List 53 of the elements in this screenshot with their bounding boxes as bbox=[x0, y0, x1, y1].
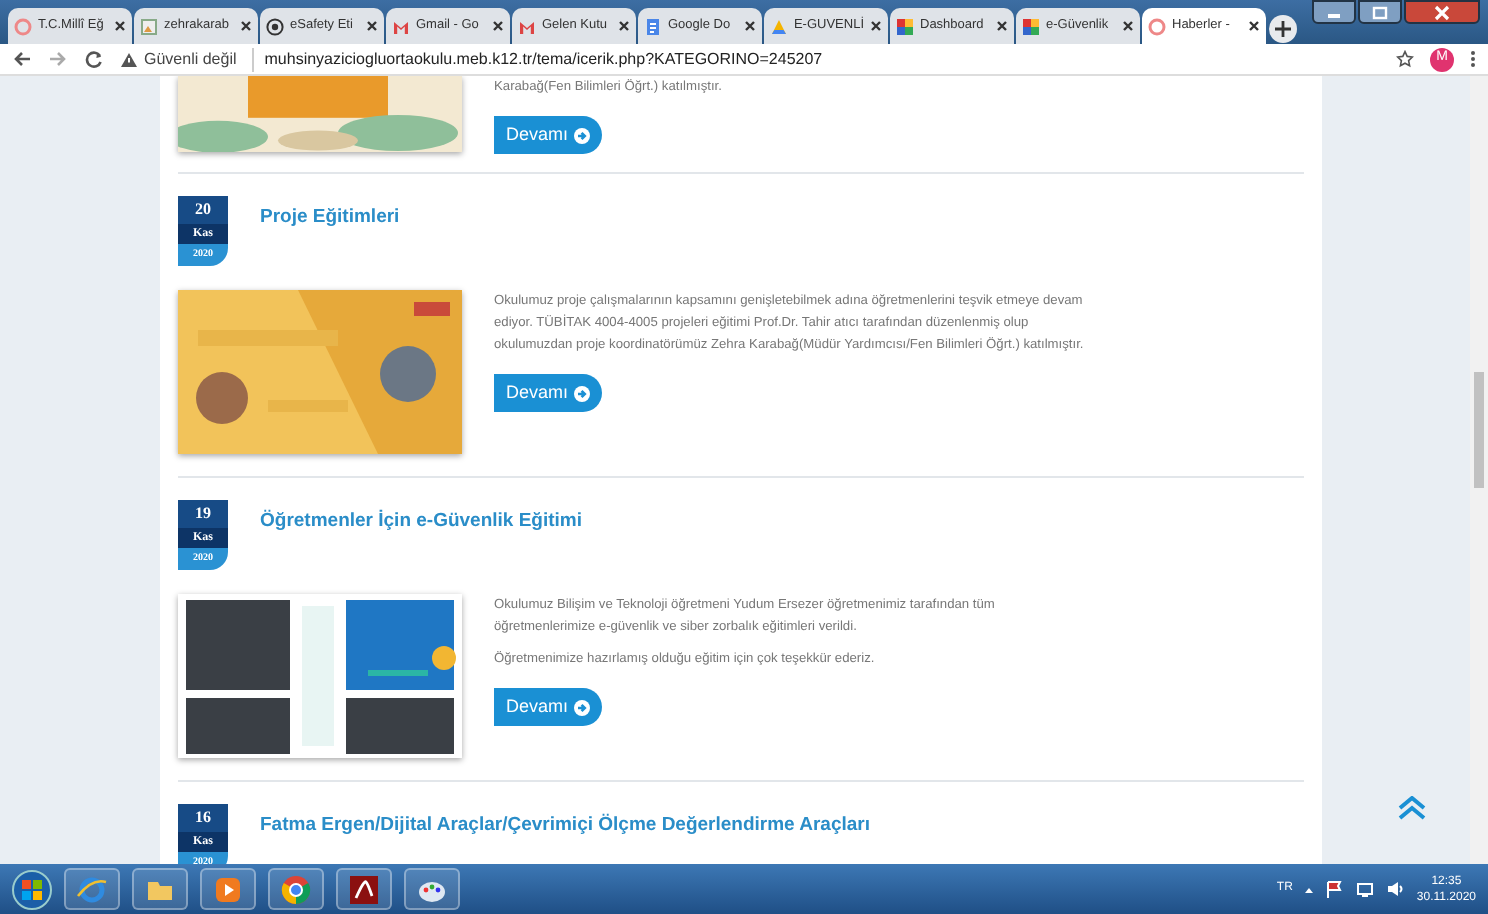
media-icon[interactable] bbox=[212, 873, 244, 905]
menu-icon[interactable] bbox=[1470, 50, 1476, 68]
speaker-icon[interactable] bbox=[1386, 880, 1405, 898]
scroll-top-icon[interactable] bbox=[1398, 796, 1426, 820]
scrollbar-thumb[interactable] bbox=[1474, 372, 1484, 488]
close-icon[interactable] bbox=[492, 20, 504, 32]
article-title[interactable]: Fatma Ergen/Dijital Araçlar/Çevrimiçi Ölçme Değerlendirme Araçları bbox=[260, 812, 871, 841]
close-icon[interactable] bbox=[870, 20, 882, 32]
circle-icon bbox=[14, 17, 32, 35]
maximize-icon bbox=[1368, 3, 1392, 21]
star-icon[interactable] bbox=[1396, 50, 1414, 68]
reload-icon[interactable] bbox=[84, 50, 104, 68]
arrow-circle-icon bbox=[574, 699, 591, 715]
close-button[interactable] bbox=[1404, 0, 1480, 24]
more-button[interactable]: Devamı bbox=[494, 116, 603, 154]
circle-icon bbox=[1148, 17, 1166, 35]
warning-icon bbox=[120, 51, 138, 67]
security-label[interactable]: Güvenli değil bbox=[144, 47, 237, 71]
close-icon[interactable] bbox=[366, 20, 378, 32]
grid-icon bbox=[1022, 17, 1040, 35]
mail-icon bbox=[518, 17, 536, 35]
network-icon[interactable] bbox=[1356, 880, 1375, 898]
triangle-icon bbox=[770, 17, 788, 35]
start-icon[interactable] bbox=[12, 869, 52, 909]
article-title[interactable]: Öğretmenler İçin e-Güvenlik Eğitimi bbox=[260, 508, 583, 537]
url-field[interactable]: muhsinyaziciogluortaokulu.meb.k12.tr/tema/icerik.php?KATEGORINO=245207 bbox=[252, 47, 823, 71]
browser-icon[interactable] bbox=[76, 873, 108, 905]
target-icon bbox=[266, 17, 284, 35]
close-icon[interactable] bbox=[1248, 20, 1260, 32]
circle-icon[interactable] bbox=[280, 873, 312, 905]
more-button[interactable]: Devamı bbox=[494, 688, 603, 726]
more-button[interactable]: Devamı bbox=[494, 374, 603, 412]
article-title[interactable]: Proje Eğitimleri bbox=[260, 204, 400, 233]
back-icon[interactable] bbox=[12, 50, 32, 68]
pdf-icon[interactable] bbox=[348, 873, 380, 905]
document-icon bbox=[644, 17, 662, 35]
close-icon[interactable] bbox=[1122, 20, 1134, 32]
caret-icon[interactable] bbox=[1304, 885, 1315, 893]
minimize-button[interactable] bbox=[1312, 0, 1356, 24]
maximize-button[interactable] bbox=[1358, 0, 1402, 24]
close-icon bbox=[1430, 3, 1454, 21]
flag-icon[interactable] bbox=[1326, 880, 1345, 898]
new-tab-icon[interactable] bbox=[1268, 14, 1298, 44]
close-icon[interactable] bbox=[240, 20, 252, 32]
arrow-circle-icon bbox=[574, 127, 591, 143]
arrow-circle-icon bbox=[574, 385, 591, 401]
close-icon[interactable] bbox=[744, 20, 756, 32]
close-icon[interactable] bbox=[114, 20, 126, 32]
close-icon[interactable] bbox=[618, 20, 630, 32]
mail-icon bbox=[392, 17, 410, 35]
close-icon[interactable] bbox=[996, 20, 1008, 32]
grid-icon bbox=[896, 17, 914, 35]
image-icon bbox=[140, 17, 158, 35]
